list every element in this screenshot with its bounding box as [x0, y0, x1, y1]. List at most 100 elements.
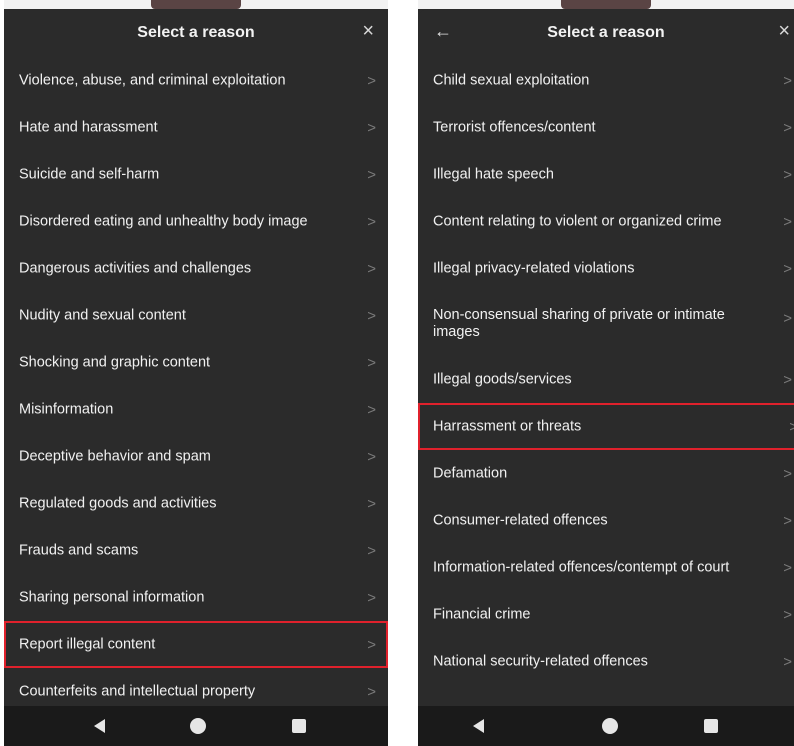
reason-list: Violence, abuse, and criminal exploitati…	[4, 57, 388, 706]
reason-label: Defamation	[433, 465, 508, 481]
reason-item-information-offences[interactable]: Information-related offences/contempt of…	[418, 544, 794, 591]
status-strip	[418, 0, 794, 9]
sheet-title: Select a reason	[547, 24, 665, 41]
reason-item-violence[interactable]: Violence, abuse, and criminal exploitati…	[4, 57, 388, 104]
video-thumbnail-edge	[561, 0, 651, 9]
reason-label: Illegal privacy-related violations	[433, 260, 635, 276]
nav-back-icon[interactable]	[473, 719, 484, 733]
reason-item-hate[interactable]: Hate and harassment >	[4, 104, 388, 151]
chevron-right-icon: >	[367, 448, 376, 465]
reason-label: Hate and harassment	[19, 119, 158, 135]
reason-item-counterfeits[interactable]: Counterfeits and intellectual property >	[4, 668, 388, 706]
reason-label: Disordered eating and unhealthy body ima…	[19, 213, 308, 229]
chevron-right-icon: >	[783, 465, 792, 482]
reason-label: Suicide and self-harm	[19, 166, 160, 182]
left-phone-screen: Select a reason × Violence, abuse, and c…	[4, 0, 388, 746]
reason-item-misinformation[interactable]: Misinformation >	[4, 386, 388, 433]
reason-label: Dangerous activities and challenges	[19, 260, 252, 276]
reason-label: Illegal hate speech	[433, 166, 554, 182]
reason-item-disordered-eating[interactable]: Disordered eating and unhealthy body ima…	[4, 198, 388, 245]
reason-item-deceptive[interactable]: Deceptive behavior and spam >	[4, 433, 388, 480]
chevron-right-icon: >	[367, 307, 376, 324]
reason-label: Counterfeits and intellectual property	[19, 683, 256, 699]
reason-item-suicide[interactable]: Suicide and self-harm >	[4, 151, 388, 198]
reason-item-privacy[interactable]: Illegal privacy-related violations >	[418, 245, 794, 292]
right-phone-screen: ← Select a reason × Child sexual exploit…	[418, 0, 794, 746]
reason-label: Harrassment or threats	[433, 418, 582, 434]
reason-item-illegal-goods[interactable]: Illegal goods/services >	[418, 356, 794, 403]
chevron-right-icon: >	[783, 653, 792, 670]
reason-item-national-security[interactable]: National security-related offences >	[418, 638, 794, 685]
reason-item-consumer[interactable]: Consumer-related offences >	[418, 497, 794, 544]
chevron-right-icon: >	[367, 260, 376, 277]
reason-item-harassment[interactable]: Harrassment or threats >	[418, 403, 794, 450]
nav-home-icon[interactable]	[190, 718, 206, 734]
reason-label: Deceptive behavior and spam	[19, 448, 211, 464]
sheet-header: ← Select a reason ×	[418, 9, 794, 57]
reason-item-terrorist[interactable]: Terrorist offences/content >	[418, 104, 794, 151]
chevron-right-icon: >	[367, 119, 376, 136]
reason-label: National security-related offences	[433, 653, 648, 669]
chevron-right-icon: >	[367, 636, 376, 653]
chevron-right-icon: >	[783, 260, 792, 277]
reason-item-personal-info[interactable]: Sharing personal information >	[4, 574, 388, 621]
reason-item-frauds[interactable]: Frauds and scams >	[4, 527, 388, 574]
chevron-right-icon: >	[783, 371, 792, 388]
chevron-right-icon: >	[367, 683, 376, 700]
status-strip	[4, 0, 388, 9]
reason-item-organized-crime[interactable]: Content relating to violent or organized…	[418, 198, 794, 245]
close-icon[interactable]: ×	[778, 21, 790, 41]
chevron-right-icon: >	[783, 310, 792, 327]
chevron-right-icon: >	[367, 542, 376, 559]
close-icon[interactable]: ×	[362, 21, 374, 41]
chevron-right-icon: >	[367, 495, 376, 512]
reason-sheet: ← Select a reason × Child sexual exploit…	[418, 9, 794, 706]
reason-item-defamation[interactable]: Defamation >	[418, 450, 794, 497]
android-nav-bar	[4, 706, 388, 746]
reason-label: Misinformation	[19, 401, 114, 417]
chevron-right-icon: >	[367, 589, 376, 606]
reason-item-hate-speech[interactable]: Illegal hate speech >	[418, 151, 794, 198]
chevron-right-icon: >	[783, 559, 792, 576]
reason-item-nudity[interactable]: Nudity and sexual content >	[4, 292, 388, 339]
reason-label: Terrorist offences/content	[433, 119, 596, 135]
reason-label: Report illegal content	[19, 636, 156, 652]
chevron-right-icon: >	[367, 354, 376, 371]
reason-item-child-exploitation[interactable]: Child sexual exploitation >	[418, 57, 794, 104]
chevron-right-icon: >	[367, 401, 376, 418]
nav-back-icon[interactable]	[94, 719, 105, 733]
reason-item-non-consensual[interactable]: Non-consensual sharing of private or int…	[418, 292, 794, 356]
reason-sheet: Select a reason × Violence, abuse, and c…	[4, 9, 388, 706]
android-nav-bar	[418, 706, 794, 746]
reason-label: Sharing personal information	[19, 589, 205, 605]
reason-item-illegal-content[interactable]: Report illegal content >	[4, 621, 388, 668]
chevron-right-icon: >	[367, 72, 376, 89]
chevron-right-icon: >	[367, 213, 376, 230]
reason-label: Shocking and graphic content	[19, 354, 211, 370]
reason-label: Violence, abuse, and criminal exploitati…	[19, 72, 286, 88]
nav-home-icon[interactable]	[602, 718, 618, 734]
reason-label: Illegal goods/services	[433, 371, 572, 387]
reason-label: Child sexual exploitation	[433, 72, 590, 88]
reason-label: Nudity and sexual content	[19, 307, 186, 323]
chevron-right-icon: >	[783, 512, 792, 529]
reason-item-dangerous-activities[interactable]: Dangerous activities and challenges >	[4, 245, 388, 292]
reason-list: Child sexual exploitation > Terrorist off…	[418, 57, 794, 685]
reason-item-financial-crime[interactable]: Financial crime >	[418, 591, 794, 638]
reason-label: Information-related offences/contempt of…	[433, 559, 730, 575]
reason-item-shocking[interactable]: Shocking and graphic content >	[4, 339, 388, 386]
chevron-right-icon: >	[783, 213, 792, 230]
video-thumbnail-edge	[151, 0, 241, 9]
reason-label: Regulated goods and activities	[19, 495, 217, 511]
reason-label: Non-consensual sharing of private or int…	[433, 307, 725, 340]
reason-label: Financial crime	[433, 606, 531, 622]
chevron-right-icon: >	[783, 606, 792, 623]
sheet-title: Select a reason	[137, 24, 255, 41]
sheet-header: Select a reason ×	[4, 9, 388, 57]
chevron-right-icon: >	[789, 418, 794, 435]
reason-label: Consumer-related offences	[433, 512, 608, 528]
nav-recents-icon[interactable]	[704, 719, 718, 733]
reason-item-regulated-goods[interactable]: Regulated goods and activities >	[4, 480, 388, 527]
nav-recents-icon[interactable]	[292, 719, 306, 733]
chevron-right-icon: >	[367, 166, 376, 183]
